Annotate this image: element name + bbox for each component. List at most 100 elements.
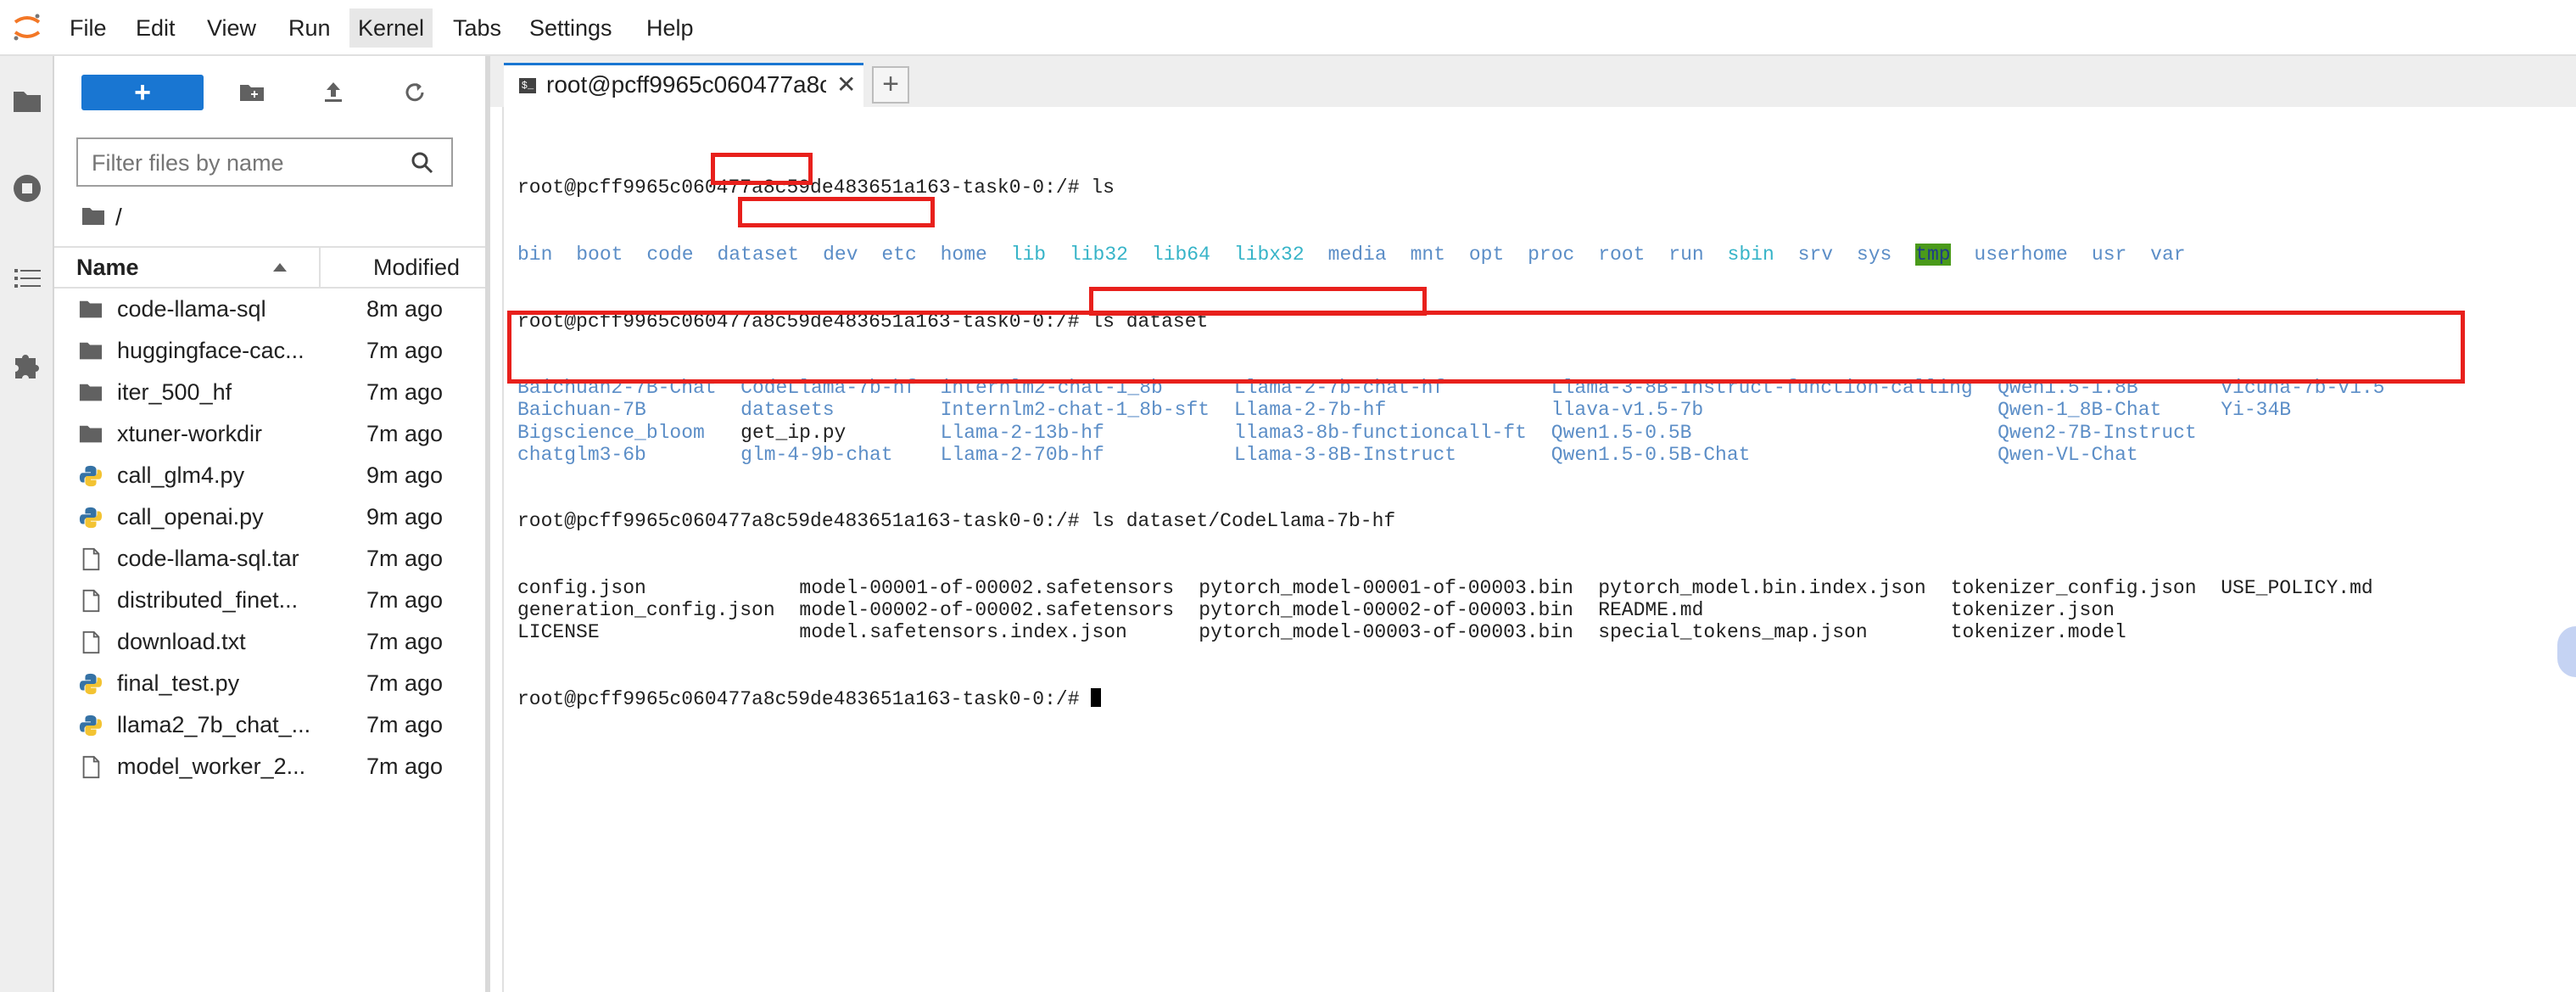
file-icon xyxy=(82,547,100,571)
ls-entry: var xyxy=(2150,244,2186,266)
file-name: final_test.py xyxy=(117,670,240,696)
file-list-item[interactable]: huggingface-cac... 7m ago xyxy=(54,330,485,372)
menu-file[interactable]: File xyxy=(61,8,115,48)
new-launcher-button[interactable]: + xyxy=(81,75,204,110)
ls-entry: datasets xyxy=(740,399,835,422)
terminal-panel[interactable]: root@pcff9965c060477a8c59de483651a163-ta… xyxy=(502,107,2563,992)
ls-entry: generation_config.json xyxy=(517,599,775,622)
ls-entry: Llama-2-7b-hf xyxy=(1233,399,1387,422)
file-list-item[interactable]: model_worker_2... 7m ago xyxy=(54,746,485,787)
ls-entry: pytorch_model-00001-of-00003.bin xyxy=(1199,576,1573,599)
ls-entry: tokenizer.json xyxy=(1950,599,2115,622)
ls-entry: lib xyxy=(1010,244,1047,266)
column-modified-header[interactable]: Modified xyxy=(373,248,460,287)
file-list-item[interactable]: call_openai.py 9m ago xyxy=(54,496,485,538)
file-list-item[interactable]: iter_500_hf 7m ago xyxy=(54,372,485,413)
ls-entry: media xyxy=(1327,244,1387,266)
prompt-prefix: root@pcff9965c060477a8c59de483651a163-ta… xyxy=(517,510,1092,533)
file-modified-time: 7m ago xyxy=(366,338,444,363)
refresh-icon[interactable] xyxy=(400,78,429,107)
file-modified-time: 7m ago xyxy=(366,379,444,405)
file-icon xyxy=(82,589,100,613)
ls-entry: proc xyxy=(1528,244,1575,266)
file-name: xtuner-workdir xyxy=(117,421,263,446)
file-list-item[interactable]: xtuner-workdir 7m ago xyxy=(54,413,485,455)
file-list-item[interactable]: code-llama-sql.tar 7m ago xyxy=(54,538,485,580)
menu-edit[interactable]: Edit xyxy=(127,8,184,48)
terminal-line-prompt-ls-codellama: root@pcff9965c060477a8c59de483651a163-ta… xyxy=(517,510,2553,532)
ls-entry: glm-4-9b-chat xyxy=(740,443,893,466)
file-modified-time: 7m ago xyxy=(366,754,444,779)
menu-settings[interactable]: Settings xyxy=(521,8,621,48)
folder-icon xyxy=(79,300,103,318)
ls-entry: root xyxy=(1598,244,1646,266)
file-name: distributed_finet... xyxy=(117,587,299,613)
menu-help[interactable]: Help xyxy=(638,8,702,48)
annotation-box-dataset xyxy=(711,153,813,185)
file-list-item[interactable]: call_glm4.py 9m ago xyxy=(54,455,485,496)
prompt-current: root@pcff9965c060477a8c59de483651a163-ta… xyxy=(517,687,1092,710)
file-modified-time: 9m ago xyxy=(366,504,444,530)
annotation-box-listing xyxy=(507,311,2465,384)
menu-view[interactable]: View xyxy=(198,8,265,48)
folder-icon xyxy=(79,384,103,401)
ls-entry: lib32 xyxy=(1069,244,1128,266)
menu-run[interactable]: Run xyxy=(280,8,339,48)
ls-entry: bin xyxy=(517,244,553,266)
menu-tabs[interactable]: Tabs xyxy=(444,8,510,48)
activity-bar xyxy=(0,56,54,992)
running-stop-icon[interactable] xyxy=(10,171,44,205)
column-name-header[interactable]: Name xyxy=(76,248,139,287)
file-list-item[interactable]: final_test.py 7m ago xyxy=(54,663,485,704)
terminal-line-ls-codellama: LICENSE model.safetensors.index.json pytor… xyxy=(517,621,2553,643)
menu-bar: File Edit View Run Kernel Tabs Settings Help xyxy=(0,0,2576,56)
ls-entry: config.json xyxy=(517,576,646,599)
ls-entry: home xyxy=(940,244,987,266)
scroll-indicator[interactable] xyxy=(2557,626,2576,677)
ls-entry: Qwen-1_8B-Chat xyxy=(1998,399,2162,422)
terminal-line-ls-dataset: chatglm3-6b glm-4-9b-chat Llama-2-70b-hf Ll… xyxy=(517,444,2553,466)
filter-files-box xyxy=(76,137,453,187)
ls-entry: llama3-8b-functioncall-ft xyxy=(1233,421,1527,444)
folder-icon[interactable] xyxy=(10,83,44,117)
prompt-text: root@pcff9965c060477a8c59de483651a163-ta… xyxy=(517,177,1115,199)
jupyter-logo-icon[interactable] xyxy=(12,12,42,42)
ls-entry: model.safetensors.index.json xyxy=(799,621,1127,644)
upload-icon[interactable] xyxy=(319,78,348,107)
file-name: download.txt xyxy=(117,629,246,654)
ls-entry: dev xyxy=(823,244,858,266)
breadcrumb-path[interactable]: / xyxy=(115,200,122,234)
terminal-cursor xyxy=(1091,687,1102,707)
ls-entry: Llama-2-70b-hf xyxy=(940,443,1104,466)
file-list-item[interactable]: distributed_finet... 7m ago xyxy=(54,580,485,621)
table-of-contents-icon[interactable] xyxy=(10,261,44,295)
ls-entry: Bigscience_bloom xyxy=(517,421,705,444)
breadcrumb-folder-icon[interactable] xyxy=(81,205,105,226)
menu-kernel[interactable]: Kernel xyxy=(349,8,433,48)
ls-entry: usr xyxy=(2091,244,2127,266)
file-modified-time: 8m ago xyxy=(366,296,444,322)
terminal-ls-codellama-output: config.json model-00001-of-00002.safetens… xyxy=(517,577,2553,644)
ls-entry: code xyxy=(646,244,694,266)
file-name: call_openai.py xyxy=(117,504,264,530)
new-folder-icon[interactable] xyxy=(237,78,266,107)
extension-puzzle-icon[interactable] xyxy=(10,348,44,382)
ls-entry: llava-v1.5-7b xyxy=(1551,399,1704,422)
ls-entry: chatglm3-6b xyxy=(517,443,646,466)
prompt-command: ls dataset/CodeLlama-7b-hf xyxy=(1091,510,1396,533)
file-list-item[interactable]: download.txt 7m ago xyxy=(54,621,485,663)
close-tab-icon[interactable]: ✕ xyxy=(836,65,856,104)
tab-terminal[interactable]: $_ root@pcff9965c060477a8c ✕ xyxy=(504,63,863,107)
sort-ascending-icon[interactable] xyxy=(273,263,287,272)
file-modified-time: 7m ago xyxy=(366,546,444,571)
ls-entry: README.md xyxy=(1598,599,1704,622)
python-icon xyxy=(79,465,103,487)
annotation-box-codellama xyxy=(738,197,935,227)
file-list-item[interactable]: code-llama-sql 8m ago xyxy=(54,289,485,330)
file-name: code-llama-sql xyxy=(117,296,266,322)
filter-files-input[interactable] xyxy=(90,139,407,187)
add-tab-button[interactable]: + xyxy=(872,66,909,104)
column-divider[interactable] xyxy=(319,248,321,287)
folder-icon xyxy=(79,342,103,360)
file-list-item[interactable]: llama2_7b_chat_... 7m ago xyxy=(54,704,485,746)
